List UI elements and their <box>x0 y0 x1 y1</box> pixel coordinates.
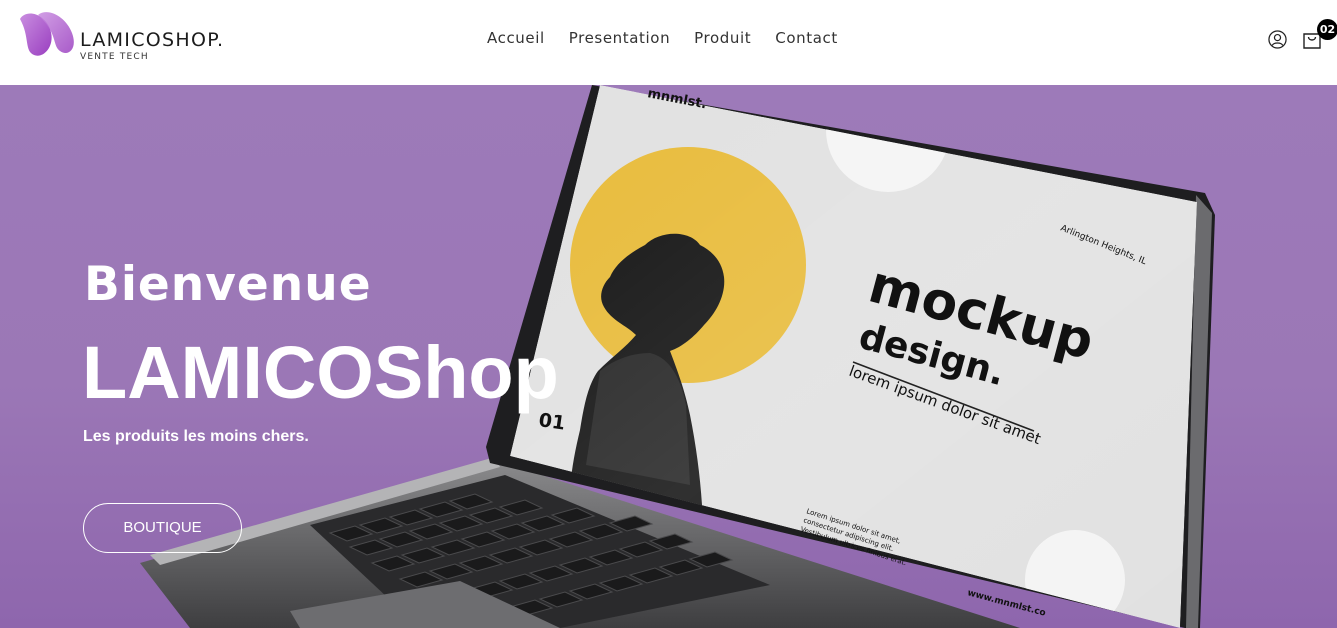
header-actions: 02 <box>1247 0 1337 85</box>
nav-item-presentation[interactable]: Presentation <box>569 28 670 48</box>
brand-tagline: VENTE TECH <box>80 52 149 62</box>
hero-subtitle: Les produits les moins chers. <box>83 428 309 445</box>
nav-item-contact[interactable]: Contact <box>775 28 838 48</box>
cart-count-badge: 02 <box>1317 19 1337 40</box>
screen-website-text: www.mnmlst.co <box>966 588 1046 619</box>
nav-item-produit[interactable]: Produit <box>694 28 751 48</box>
nav-item-accueil[interactable]: Accueil <box>487 28 545 48</box>
petal-logo-icon <box>20 12 74 56</box>
boutique-button[interactable]: BOUTIQUE <box>83 503 242 553</box>
hero-title: Bienvenue <box>84 257 372 312</box>
brand-name: LAMICOSHOP. <box>80 29 225 51</box>
hero-banner: mnmlst. Arlington Heights, IL mockup des… <box>0 85 1337 628</box>
site-header: LAMICOSHOP. VENTE TECH Accueil Presentat… <box>0 0 1337 85</box>
brand-logo[interactable]: LAMICOSHOP. VENTE TECH <box>16 11 246 63</box>
user-icon[interactable] <box>1268 30 1287 49</box>
hero-brand-name: LAMICOShop <box>82 331 559 414</box>
main-nav: Accueil Presentation Produit Contact <box>487 28 838 48</box>
